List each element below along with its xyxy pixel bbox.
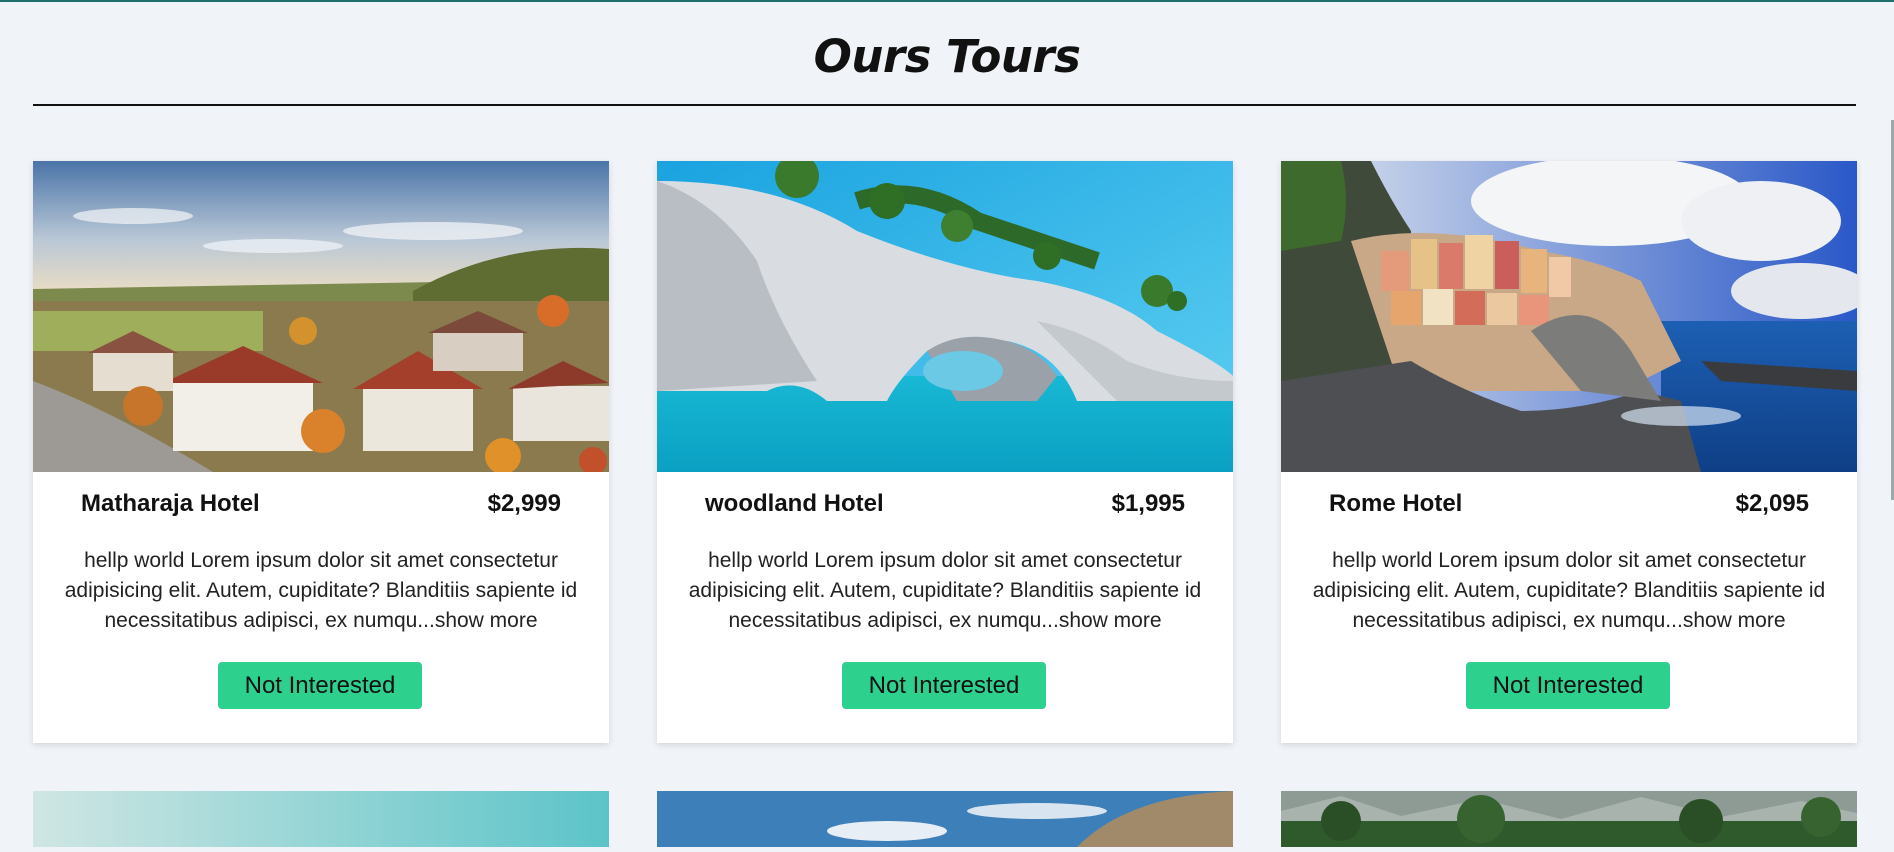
tour-info: Rome Hotel $2,095 hellp world Lorem ipsu… (1281, 472, 1857, 743)
sea-arch-image (657, 161, 1233, 472)
tour-price: $1,995 (1111, 490, 1185, 517)
tour-card-partial (1281, 791, 1857, 847)
tour-info: Matharaja Hotel $2,999 hellp world Lorem… (33, 472, 609, 743)
tour-card: woodland Hotel $1,995 hellp world Lorem … (657, 161, 1233, 743)
tour-name: Rome Hotel (1329, 490, 1463, 517)
not-interested-button[interactable]: Not Interested (842, 662, 1046, 709)
tour-card: Rome Hotel $2,095 hellp world Lorem ipsu… (1281, 161, 1857, 743)
tour-price: $2,095 (1735, 490, 1809, 517)
village-autumn-image (33, 161, 609, 472)
tour-name: woodland Hotel (705, 490, 884, 517)
tour-card: Matharaja Hotel $2,999 hellp world Lorem… (33, 161, 609, 743)
tour-image (1281, 161, 1857, 472)
tour-card-partial (657, 791, 1233, 847)
tour-name: Matharaja Hotel (81, 490, 260, 517)
tour-card-partial (33, 791, 609, 847)
coastal-village-image (1281, 161, 1857, 472)
not-interested-button[interactable]: Not Interested (1466, 662, 1670, 709)
hut-image (657, 791, 1233, 847)
tour-description: hellp world Lorem ipsum dolor sit amet c… (57, 546, 585, 636)
title-underline (33, 104, 1856, 106)
show-more-link[interactable]: show more (1059, 609, 1162, 632)
tour-description: hellp world Lorem ipsum dolor sit amet c… (1305, 546, 1833, 636)
tour-price: $2,999 (487, 490, 561, 517)
tour-image (657, 161, 1233, 472)
tour-image (33, 161, 609, 472)
beach-image (33, 791, 609, 847)
show-more-link[interactable]: show more (435, 609, 538, 632)
forest-image (1281, 791, 1857, 847)
page-title: Ours Tours (813, 30, 1081, 83)
show-more-link[interactable]: show more (1683, 609, 1786, 632)
tour-info: woodland Hotel $1,995 hellp world Lorem … (657, 472, 1233, 743)
top-border (0, 0, 1894, 2)
tour-description: hellp world Lorem ipsum dolor sit amet c… (681, 546, 1209, 636)
tours-page: Ours Tours Matharaja Hotel $2,999 hellp … (0, 0, 1894, 847)
not-interested-button[interactable]: Not Interested (218, 662, 422, 709)
